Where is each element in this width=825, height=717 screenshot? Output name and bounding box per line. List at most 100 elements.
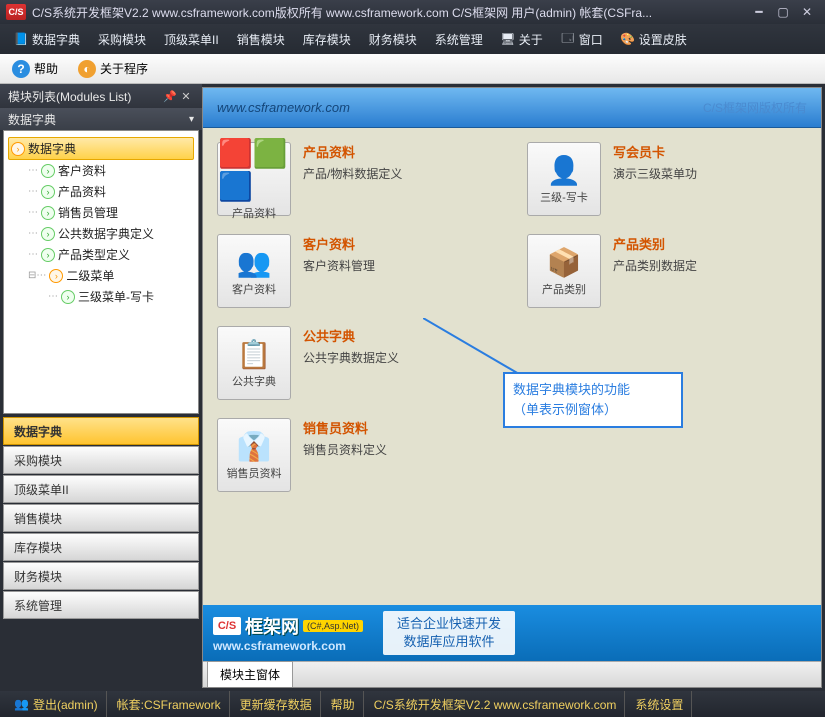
tree-node-3[interactable]: ⋯›销售员管理 [8,202,194,223]
main-header: www.csframework.com C/S框架网版权所有 [203,88,821,128]
nav-stack: 数据字典采购模块顶级菜单II销售模块库存模块财务模块系统管理 [3,417,199,688]
close-panel-icon[interactable]: ✕ [178,88,194,104]
card-glyph-icon: 👤 [547,154,582,187]
tree-connector: ⋯ [28,165,38,176]
menu-item-3[interactable]: 销售模块 [229,27,293,52]
window-title: C/S系统开发框架V2.2 www.csframework.com版权所有 ww… [32,4,747,21]
bullet-icon: › [11,142,25,156]
card-caption: 产品资料 [232,205,276,221]
maximize-button[interactable]: ▢ [771,3,795,21]
menu-item-5[interactable]: 财务模块 [361,27,425,52]
banner-tag: (C#,Asp.Net) [303,620,363,632]
card-caption: 公共字典 [232,373,276,389]
tree-label: 公共数据字典定义 [58,225,154,242]
tree-label: 三级菜单-写卡 [78,288,154,305]
expand-icon[interactable]: ⊟⋯ [28,270,46,281]
nav-button-5[interactable]: 财务模块 [3,562,199,590]
card-caption: 三级-写卡 [540,189,588,205]
sidebar-header: 模块列表(Modules List) 📌 ✕ [0,84,202,108]
menu-item-9[interactable]: 🎨设置皮肤 [613,27,695,52]
tree-node-5[interactable]: ⋯›产品类型定义 [8,244,194,265]
status-seg-5[interactable]: 系统设置 [627,691,692,717]
nav-label: 数据字典 [14,423,62,440]
menu-item-8[interactable]: 🗔窗口 [553,27,611,52]
module-card-6: 👔销售员资料销售员资料销售员资料定义 [217,418,487,492]
nav-label: 采购模块 [14,452,62,469]
tree-node-7[interactable]: ⋯›三级菜单-写卡 [8,286,194,307]
tree-node-2[interactable]: ⋯›产品资料 [8,181,194,202]
menu-label: 窗口 [579,31,603,48]
card-glyph-icon: 👥 [237,246,272,279]
about-button[interactable]: ◐ 关于程序 [72,57,154,81]
card-glyph-icon: 📦 [547,246,582,279]
card-icon-button[interactable]: 📦产品类别 [527,234,601,308]
slogan-line2: 数据库应用软件 [397,633,501,651]
nav-button-2[interactable]: 顶级菜单II [3,475,199,503]
status-seg-4[interactable]: C/S系统开发框架V2.2 www.csframework.com [366,691,626,717]
tree-node-0[interactable]: ›数据字典 [8,137,194,160]
module-card-2: 👥客户资料客户资料客户资料管理 [217,234,487,308]
tab-module-main[interactable]: 模块主窗体 [207,661,293,687]
card-desc: 公共字典数据定义 [303,349,399,366]
close-button[interactable]: ✕ [795,3,819,21]
menu-label: 财务模块 [369,31,417,48]
card-icon-button[interactable]: 📋 公共字典 [217,326,291,400]
module-card-3: 📦产品类别产品类别产品类别数据定 [527,234,797,308]
status-seg-1[interactable]: 帐套:CSFramework [109,691,230,717]
nav-button-4[interactable]: 库存模块 [3,533,199,561]
menu-label: 数据字典 [32,31,80,48]
card-icon-button[interactable]: 🟥🟩🟦产品资料 [217,142,291,216]
tree-label: 产品类型定义 [58,246,130,263]
tree-label: 产品资料 [58,183,106,200]
status-seg-3[interactable]: 帮助 [323,691,364,717]
bullet-icon: › [41,185,55,199]
tree-node-4[interactable]: ⋯›公共数据字典定义 [8,223,194,244]
tree-node-1[interactable]: ⋯›客户资料 [8,160,194,181]
tree-connector: ⋯ [28,249,38,260]
menu-item-4[interactable]: 库存模块 [295,27,359,52]
menu-label: 系统管理 [435,31,483,48]
menu-label: 库存模块 [303,31,351,48]
menu-item-1[interactable]: 采购模块 [90,27,154,52]
card-desc: 演示三级菜单功 [613,165,697,182]
chevron-down-icon: ▾ [189,114,194,125]
menu-item-0[interactable]: 📘数据字典 [6,27,88,52]
main-panel: www.csframework.com C/S框架网版权所有 🟥🟩🟦产品资料产品… [202,87,822,688]
tree-connector: ⋯ [28,186,38,197]
sidebar: 模块列表(Modules List) 📌 ✕ 数据字典 ▾ ›数据字典⋯›客户资… [0,84,202,691]
bullet-icon: › [49,269,63,283]
menu-item-6[interactable]: 系统管理 [427,27,491,52]
status-seg-2[interactable]: 更新缓存数据 [232,691,321,717]
app-logo: C/S [6,4,26,20]
tree-node-6[interactable]: ⊟⋯›二级菜单 [8,265,194,286]
content-area: 🟥🟩🟦产品资料产品资料产品/物料数据定义👤三级-写卡写会员卡演示三级菜单功👥客户… [203,128,821,605]
card-glyph-icon: 📋 [237,338,272,371]
module-card-4: 📋 公共字典公共字典 公共字典数据定义 [217,326,487,400]
card-desc: 销售员资料定义 [303,441,387,458]
card-icon-button[interactable]: 👤 三级-写卡 [527,142,601,216]
menu-bar: 📘数据字典采购模块顶级菜单II销售模块库存模块 财务模块 系统管理 🖥关于🗔窗口🎨设置… [0,24,825,54]
minimize-button[interactable]: ━ [747,3,771,21]
menu-icon: 🖥 [501,32,515,46]
card-desc: 客户资料管理 [303,257,375,274]
nav-button-0[interactable]: 数据字典 [3,417,199,445]
status-icon: 👥 [14,697,29,711]
pin-icon[interactable]: 📌 [162,88,178,104]
menu-label: 设置皮肤 [639,31,687,48]
about-label: 关于程序 [100,60,148,77]
bullet-icon: › [41,206,55,220]
status-seg-0[interactable]: 👥登出(admin) [6,691,107,717]
menu-item-2[interactable]: 顶级菜单II [156,27,227,52]
card-icon-button[interactable]: 👔销售员资料 [217,418,291,492]
module-tree: ›数据字典⋯›客户资料⋯›产品资料⋯›销售员管理⋯›公共数据字典定义⋯›产品类型… [3,130,199,414]
nav-label: 库存模块 [14,539,62,556]
nav-button-1[interactable]: 采购模块 [3,446,199,474]
footer-banner: C/S 框架网 (C#,Asp.Net) www.csframework.com… [203,605,821,661]
nav-button-3[interactable]: 销售模块 [3,504,199,532]
tree-group-header[interactable]: 数据字典 ▾ [0,108,202,130]
status-label: 帮助 [331,696,355,713]
help-button[interactable]: ? 帮助 [6,57,64,81]
card-icon-button[interactable]: 👥客户资料 [217,234,291,308]
menu-item-7[interactable]: 🖥关于 [493,27,551,52]
nav-button-6[interactable]: 系统管理 [3,591,199,619]
